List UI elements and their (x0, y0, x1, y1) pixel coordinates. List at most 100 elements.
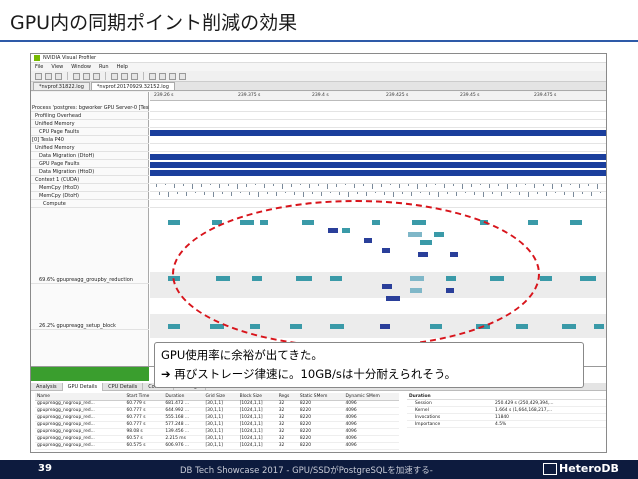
memcpy-tick (228, 184, 229, 186)
table-row[interactable]: gpupreagg_nogroup_red... 60.575 s 606.976 … (35, 442, 399, 450)
memcpy-tick (237, 184, 238, 189)
heterodb-logo: HeteroDB (543, 462, 619, 475)
table-row[interactable]: gpupreagg_nogroup_red... 60.777 s 644.992 … (35, 407, 399, 415)
timeline-tree-row[interactable]: 69.6% gpupreagg_groupby_reduction (31, 276, 149, 284)
table-cell: 4096 (343, 442, 399, 450)
ruler-icon[interactable] (169, 72, 176, 80)
save-icon[interactable] (55, 72, 62, 80)
memcpy-tick (222, 192, 223, 194)
filter-icon[interactable] (149, 72, 156, 80)
table-row[interactable]: gpupreagg_nogroup_red... 60.57 s 2.215 ms[… (35, 435, 399, 443)
zoom-fit-icon[interactable] (131, 72, 138, 80)
timeline-tree-row[interactable]: GPU Page Faults (31, 160, 149, 168)
timeline-tree-row[interactable]: Context 1 (CUDA) (31, 176, 149, 184)
memcpy-tick (462, 184, 463, 189)
table-row[interactable]: gpupreagg_nogroup_red... 60.777 s 577.248 … (35, 421, 399, 429)
column-header[interactable]: Name (35, 393, 125, 401)
zoom-out-icon[interactable] (121, 72, 128, 80)
cursor-icon[interactable] (159, 72, 166, 80)
table-row[interactable]: gpupreagg_nogroup_red... 98.08 s 139.456 .… (35, 428, 399, 436)
column-header[interactable]: Start Time (124, 393, 164, 401)
menu-view[interactable]: View (51, 64, 63, 70)
timeline-tree-row[interactable]: Process 'postgres: bgworker GPU Server-0… (31, 104, 149, 112)
memcpy-tick (183, 184, 184, 186)
toolbar-divider (67, 72, 68, 80)
property-key: Importance (415, 422, 441, 427)
table-cell: 4096 (343, 400, 399, 408)
table-cell: gpupreagg_nogroup_red... (35, 400, 125, 408)
menu-window[interactable]: Window (71, 64, 91, 70)
props-title: Duration (407, 393, 606, 400)
timeline-tree-row[interactable]: MemCpy (HtoD) (31, 184, 149, 192)
timeline-tree-row[interactable]: [0] Tesla P40 (31, 136, 149, 144)
table-cell: 606.976 ... (163, 442, 204, 450)
menu-run[interactable]: Run (99, 64, 109, 70)
timeline-tree-row[interactable]: MemCpy (DtoH) (31, 192, 149, 200)
zoom-in-icon[interactable] (111, 72, 118, 80)
timeline-tree-row[interactable]: Data Migration (DtoH) (31, 152, 149, 160)
column-header[interactable]: Regs (276, 393, 298, 401)
memcpy-tick (381, 184, 382, 187)
column-header[interactable]: Grid Size (203, 393, 238, 401)
tab-analysis[interactable]: Analysis (31, 383, 63, 391)
table-cell: 8220 (297, 414, 344, 422)
column-header[interactable]: Duration (163, 393, 204, 401)
column-header[interactable]: Block Size (237, 393, 277, 401)
table-cell: 139.456 ... (163, 428, 204, 436)
ruler-tick-label: 239.425 s (386, 93, 409, 98)
import-icon[interactable] (73, 72, 80, 80)
table-cell: 4096 (343, 435, 399, 443)
timeline-tree-row[interactable]: Unified Memory (31, 144, 149, 152)
column-header[interactable]: Static SMem (297, 393, 344, 401)
table-cell: [30,1,1] (203, 435, 238, 443)
tab-log-1[interactable]: *nvprof.31822.log (33, 82, 90, 90)
table-cell: 60.575 s (124, 442, 164, 450)
table-cell: [30,1,1] (203, 407, 238, 415)
table-row[interactable]: gpupreagg_nogroup_red... 60.779 s 681.472 … (35, 400, 399, 408)
table-cell: 8220 (297, 435, 344, 443)
slide-title: GPU内の同期ポイント削減の効果 (10, 12, 298, 34)
timeline-tree-row[interactable]: Compute (31, 200, 149, 208)
export-icon[interactable] (83, 72, 90, 80)
memcpy-tick (345, 184, 346, 185)
memcpy-tick (192, 184, 193, 189)
settings-icon[interactable] (179, 72, 186, 80)
menu-file[interactable]: File (35, 64, 43, 70)
kernel-block (168, 324, 180, 329)
table-cell: 60.777 s (124, 407, 164, 415)
timeline-tree-row[interactable]: 26.2% gpupreagg_setup_block (31, 322, 149, 330)
menu-help[interactable]: Help (117, 64, 128, 70)
table-cell: gpupreagg_nogroup_red... (35, 435, 125, 443)
new-session-icon[interactable] (35, 72, 42, 80)
open-icon[interactable] (45, 72, 52, 80)
memcpy-tick (255, 184, 256, 185)
timeline-tree-row[interactable]: Data Migration (HtoD) (31, 168, 149, 176)
memcpy-tick (384, 192, 385, 195)
table-cell: [30,1,1] (203, 421, 238, 429)
property-value: 11840 (495, 415, 509, 420)
property-row: Session 250.429 s (250,429,394,... (407, 400, 606, 407)
lane-divider (150, 191, 606, 192)
htod-migration-bar (150, 170, 606, 176)
memcpy-tick (588, 184, 589, 186)
timeline-tree-row[interactable]: CPU Page Faults (31, 128, 149, 136)
timeline-tree-row[interactable]: Unified Memory (31, 120, 149, 128)
table-row[interactable]: gpupreagg_nogroup_red... 60.777 s 555.168 … (35, 414, 399, 422)
memcpy-tick (555, 192, 556, 193)
progress-bar (31, 367, 149, 381)
timeline-tree-row[interactable]: Profiling Overhead (31, 112, 149, 120)
highlight-ellipse (172, 200, 540, 348)
column-header[interactable]: Dynamic SMem (343, 393, 399, 401)
tab-log-2[interactable]: *nvprof.20170929.32152.log (90, 82, 175, 90)
memcpy-tick (543, 184, 544, 186)
table-cell: gpupreagg_nogroup_red... (35, 428, 125, 436)
memcpy-tick (480, 184, 481, 185)
memcpy-tick (393, 192, 394, 197)
run-icon[interactable] (93, 72, 100, 80)
tab-cpu-details[interactable]: CPU Details (103, 383, 144, 391)
table-cell: 577.248 ... (163, 421, 204, 429)
toolbar-divider (143, 72, 144, 80)
memcpy-tick (417, 184, 418, 189)
tab-gpu-details[interactable]: GPU Details (62, 383, 104, 391)
memcpy-tick (453, 184, 454, 186)
